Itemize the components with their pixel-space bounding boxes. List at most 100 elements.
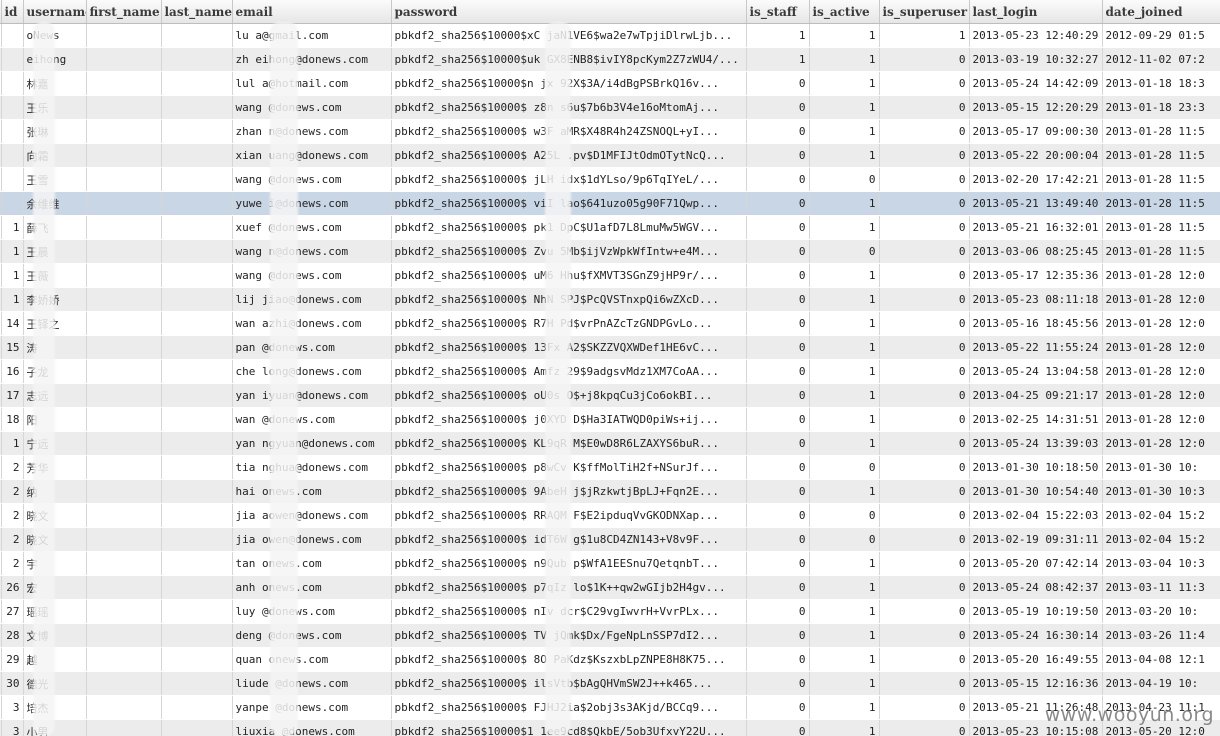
column-header-last_name[interactable]: last_name bbox=[161, 0, 233, 24]
table-row[interactable]: 除16子龙che long@donews.compbkdf2_sha256$10… bbox=[0, 359, 1220, 384]
cell-email: liuxia @donews.com bbox=[232, 719, 392, 736]
cell-last_name bbox=[161, 71, 233, 96]
table-row[interactable]: 除3小男liuxia @donews.compbkdf2_sha256$1000… bbox=[0, 719, 1220, 736]
table-row[interactable]: 除2芳华tia nghua@donews.compbkdf2_sha256$10… bbox=[0, 455, 1220, 480]
cell-last_login: 2013-05-24 08:42:37 bbox=[969, 575, 1103, 600]
cell-email: zhan n@donews.com bbox=[232, 119, 392, 144]
table-row[interactable]: 除15涛pan @donews.compbkdf2_sha256$10000$ … bbox=[0, 335, 1220, 360]
table-row[interactable]: 除2晓文jia owen@donews.compbkdf2_sha256$100… bbox=[0, 527, 1220, 552]
cell-is_active: 1 bbox=[809, 215, 880, 240]
cell-first_name bbox=[86, 623, 162, 648]
cell-last_login: 2013-05-24 13:04:58 bbox=[969, 359, 1103, 384]
cell-is_staff: 0 bbox=[746, 167, 810, 192]
cell-last_name bbox=[161, 599, 233, 624]
redaction-blur bbox=[545, 22, 571, 736]
table-row[interactable]: 除26宏anh onews.compbkdf2_sha256$10000$ p7… bbox=[0, 575, 1220, 600]
table-row[interactable]: 除17志远yan iyuan@donews.compbkdf2_sha256$1… bbox=[0, 383, 1220, 408]
column-header-is_superuser[interactable]: is_superuser bbox=[879, 0, 970, 24]
table-row[interactable]: 除29越quan onews.compbkdf2_sha256$10000$ 8… bbox=[0, 647, 1220, 672]
cell-date_joined: 2013-01-28 11:5 bbox=[1102, 119, 1220, 144]
table-row[interactable]: 除向霜xian uang@donews.compbkdf2_sha256$100… bbox=[0, 143, 1220, 168]
table-row[interactable]: 除王乐wang @donews.compbkdf2_sha256$10000$ … bbox=[0, 95, 1220, 120]
cell-last_name bbox=[161, 527, 233, 552]
table-body: 除oNewslu a@gmail.compbkdf2_sha256$10000$… bbox=[0, 23, 1220, 736]
column-header-is_active[interactable]: is_active bbox=[809, 0, 880, 24]
table-row[interactable]: 除14王铎之wan azhi@donews.compbkdf2_sha256$1… bbox=[0, 311, 1220, 336]
cell-id bbox=[1, 95, 24, 120]
column-header-password[interactable]: password bbox=[391, 0, 747, 24]
cell-id: 27 bbox=[1, 599, 24, 624]
table-row[interactable]: 除2宇tan onews.compbkdf2_sha256$10000$ n9Q… bbox=[0, 551, 1220, 576]
column-header-id[interactable]: id bbox=[1, 0, 24, 24]
column-header-last_login[interactable]: last_login bbox=[969, 0, 1103, 24]
cell-last_name bbox=[161, 95, 233, 120]
column-header-is_staff[interactable]: is_staff bbox=[746, 0, 810, 24]
table-row[interactable]: 除1李娇娇lij jiao@donews.compbkdf2_sha256$10… bbox=[0, 287, 1220, 312]
cell-id: 2 bbox=[1, 503, 24, 528]
cell-date_joined: 2013-01-28 12:0 bbox=[1102, 407, 1220, 432]
table-row[interactable]: 除27瑶瑶luy @donews.compbkdf2_sha256$10000$… bbox=[0, 599, 1220, 624]
table-row[interactable]: 除1宁远yan ngyuan@donews.compbkdf2_sha256$1… bbox=[0, 431, 1220, 456]
cell-date_joined: 2013-02-04 15:2 bbox=[1102, 503, 1220, 528]
cell-is_staff: 0 bbox=[746, 551, 810, 576]
cell-is_active: 1 bbox=[809, 575, 880, 600]
cell-date_joined: 2013-01-28 11:5 bbox=[1102, 167, 1220, 192]
cell-id: 1 bbox=[1, 239, 24, 264]
cell-first_name bbox=[86, 191, 162, 216]
column-header-username[interactable]: username bbox=[23, 0, 87, 24]
cell-last_name bbox=[161, 647, 233, 672]
cell-first_name bbox=[86, 71, 162, 96]
cell-date_joined: 2013-04-19 10: bbox=[1102, 671, 1220, 696]
cell-date_joined: 2013-01-28 11:5 bbox=[1102, 239, 1220, 264]
cell-is_superuser: 0 bbox=[879, 671, 970, 696]
column-header-email[interactable]: email bbox=[232, 0, 392, 24]
cell-is_staff: 0 bbox=[746, 647, 810, 672]
cell-last_login: 2013-02-25 14:31:51 bbox=[969, 407, 1103, 432]
table-row[interactable]: 除1王薇wang @donews.compbkdf2_sha256$10000$… bbox=[0, 263, 1220, 288]
cell-first_name bbox=[86, 575, 162, 600]
table-row[interactable]: 除1薛飞xuef @donews.compbkdf2_sha256$10000$… bbox=[0, 215, 1220, 240]
cell-first_name bbox=[86, 335, 162, 360]
table-row[interactable]: 除18阳wan @donews.compbkdf2_sha256$10000$ … bbox=[0, 407, 1220, 432]
cell-last_login: 2013-05-23 12:40:29 bbox=[969, 23, 1103, 48]
table-row[interactable]: 除2晓文jia aowen@donews.compbkdf2_sha256$10… bbox=[0, 503, 1220, 528]
cell-is_active: 1 bbox=[809, 479, 880, 504]
cell-is_staff: 0 bbox=[746, 719, 810, 736]
table-row[interactable]: 除eihongzh eihong@donews.compbkdf2_sha256… bbox=[0, 47, 1220, 72]
cell-last_login: 2013-05-21 16:32:01 bbox=[969, 215, 1103, 240]
cell-is_active: 1 bbox=[809, 95, 880, 120]
cell-last_name bbox=[161, 311, 233, 336]
cell-is_superuser: 0 bbox=[879, 95, 970, 120]
cell-last_name bbox=[161, 215, 233, 240]
column-header-date_joined[interactable]: date_joined bbox=[1102, 0, 1220, 24]
cell-is_active: 1 bbox=[809, 599, 880, 624]
table-row[interactable]: 除3培杰yanpe @donews.compbkdf2_sha256$10000… bbox=[0, 695, 1220, 720]
cell-first_name bbox=[86, 239, 162, 264]
table-row[interactable]: 除30德光liude @donews.compbkdf2_sha256$1000… bbox=[0, 671, 1220, 696]
cell-is_superuser: 0 bbox=[879, 503, 970, 528]
table-row[interactable]: 除oNewslu a@gmail.compbkdf2_sha256$10000$… bbox=[0, 23, 1220, 48]
cell-is_superuser: 0 bbox=[879, 575, 970, 600]
column-header-first_name[interactable]: first_name bbox=[86, 0, 162, 24]
table-row[interactable]: 除1王晨wang n@donews.compbkdf2_sha256$10000… bbox=[0, 239, 1220, 264]
cell-date_joined: 2013-01-18 18:3 bbox=[1102, 71, 1220, 96]
table-row[interactable]: 除2纳hai onews.compbkdf2_sha256$10000$ 9Ab… bbox=[0, 479, 1220, 504]
cell-is_superuser: 0 bbox=[879, 479, 970, 504]
table-row[interactable]: 除余维维yuwe i@donews.compbkdf2_sha256$10000… bbox=[0, 191, 1220, 216]
cell-is_staff: 0 bbox=[746, 263, 810, 288]
cell-last_login: 2013-05-20 16:49:55 bbox=[969, 647, 1103, 672]
cell-email: yanpe @donews.com bbox=[232, 695, 392, 720]
cell-first_name bbox=[86, 695, 162, 720]
table-row[interactable]: 除张琳zhan n@donews.compbkdf2_sha256$10000$… bbox=[0, 119, 1220, 144]
cell-last_login: 2013-01-30 10:18:50 bbox=[969, 455, 1103, 480]
cell-date_joined: 2012-09-29 01:5 bbox=[1102, 23, 1220, 48]
cell-id: 2 bbox=[1, 479, 24, 504]
table-row[interactable]: 除王雪wang @donews.compbkdf2_sha256$10000$ … bbox=[0, 167, 1220, 192]
cell-date_joined: 2013-04-08 12:1 bbox=[1102, 647, 1220, 672]
cell-last_name bbox=[161, 383, 233, 408]
cell-id: 1 bbox=[1, 263, 24, 288]
cell-is_superuser: 1 bbox=[879, 23, 970, 48]
table-row[interactable]: 除林嘉lul a@hotmail.compbkdf2_sha256$10000$… bbox=[0, 71, 1220, 96]
cell-is_superuser: 0 bbox=[879, 143, 970, 168]
table-row[interactable]: 除28文博deng @donews.compbkdf2_sha256$10000… bbox=[0, 623, 1220, 648]
